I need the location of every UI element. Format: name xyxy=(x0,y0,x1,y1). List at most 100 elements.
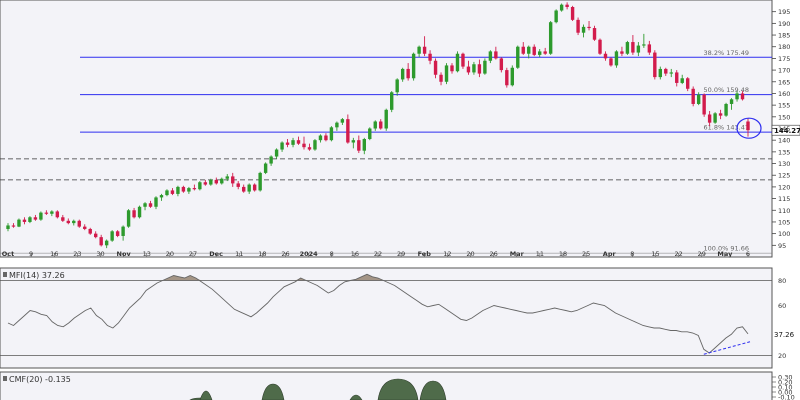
candle-body xyxy=(472,64,476,73)
candle-body xyxy=(50,211,54,214)
candle-body xyxy=(104,240,109,246)
candle-body xyxy=(516,46,520,68)
candle-body xyxy=(625,42,630,54)
candle-body xyxy=(203,182,208,185)
candle-body xyxy=(510,67,514,86)
x-tick-label: 27 xyxy=(189,250,197,258)
candle-body xyxy=(176,186,180,194)
candle-body xyxy=(340,119,345,123)
x-tick-label: 26 xyxy=(489,250,497,258)
mfi-title: MFI(14) 37.26 xyxy=(9,271,65,280)
mfi-last-value: 37.26 xyxy=(774,331,795,339)
candle-body xyxy=(598,39,602,54)
y-tick-label: 110 xyxy=(778,207,790,215)
candle-body xyxy=(702,94,706,115)
y-tick-label: 145 xyxy=(778,125,790,133)
candle-body xyxy=(664,68,668,74)
candle-body xyxy=(466,66,471,73)
candle-body xyxy=(565,4,569,8)
candle-body xyxy=(559,4,564,11)
candle-body xyxy=(252,184,257,191)
candle-body xyxy=(686,78,690,89)
x-tick-label: 11 xyxy=(536,250,544,258)
candle-body xyxy=(313,140,317,150)
x-tick-label: 2024 xyxy=(300,250,319,258)
y-tick-label: 180 xyxy=(778,43,790,51)
candle-body xyxy=(439,74,443,82)
candle-body xyxy=(505,70,509,86)
candle-body xyxy=(433,60,438,75)
y-tick-label: 95 xyxy=(778,242,786,250)
y-tick-label: 195 xyxy=(778,8,790,16)
candle-body xyxy=(647,44,652,53)
candle-body xyxy=(483,60,487,74)
x-tick-label: Mar xyxy=(510,250,525,258)
candle-body xyxy=(669,72,673,74)
x-tick-label: 8 xyxy=(330,250,334,258)
candle-body xyxy=(488,51,493,61)
candle-body xyxy=(658,68,662,78)
x-tick-label: 29 xyxy=(698,250,706,258)
candle-body xyxy=(373,121,377,129)
candle-body xyxy=(527,46,531,54)
candle-body xyxy=(499,58,504,71)
candle-body xyxy=(411,53,416,79)
x-tick-label: 18 xyxy=(559,250,567,258)
candle-body xyxy=(115,231,120,236)
x-tick-label: 23 xyxy=(73,250,81,258)
candle-body xyxy=(291,140,295,145)
mfi-tick-label: 60 xyxy=(778,302,786,310)
candle-body xyxy=(675,72,679,83)
candle-body xyxy=(696,94,701,104)
candle-body xyxy=(17,219,21,227)
y-tick-label: 175 xyxy=(778,55,790,63)
candle-body xyxy=(33,217,38,220)
candle-body xyxy=(165,190,169,196)
x-tick-label: 29 xyxy=(397,250,405,258)
x-tick-label: 20 xyxy=(166,250,174,258)
candle-body xyxy=(324,135,328,141)
candle-body xyxy=(335,122,339,128)
chart-stage: 38.2% 175.49 50.0% 159.48 61.8% 143.47 100.… xyxy=(0,0,800,400)
candle-body xyxy=(494,51,498,59)
fib-label: 61.8% 143.47 xyxy=(704,124,749,132)
candle-body xyxy=(6,225,10,229)
x-tick-label: 30 xyxy=(96,250,104,258)
candle-body xyxy=(735,93,739,100)
candle-body xyxy=(422,46,427,54)
x-tick-label: May xyxy=(717,250,733,258)
candle-body xyxy=(400,68,405,80)
candle-body xyxy=(263,163,268,173)
candle-body xyxy=(296,140,301,144)
candle-body xyxy=(417,46,421,54)
y-tick-label: 165 xyxy=(778,78,790,86)
candle-body xyxy=(653,52,657,78)
candle-body xyxy=(88,228,92,234)
candle-body xyxy=(346,119,350,143)
candle-body xyxy=(269,156,273,164)
x-tick-label: 16 xyxy=(351,250,359,258)
candle-body xyxy=(148,203,153,207)
candle-body xyxy=(538,51,542,55)
candle-body xyxy=(740,93,745,100)
candle-body xyxy=(587,26,591,29)
candle-body xyxy=(368,128,372,140)
candle-body xyxy=(83,226,87,229)
stock-chart: 38.2% 175.4950.0% 159.4861.8% 143.47100.… xyxy=(0,0,800,400)
x-tick-label: 25 xyxy=(582,250,590,258)
candle-body xyxy=(329,127,334,141)
x-tick-label: Feb xyxy=(418,250,432,258)
mfi-legend-swatch xyxy=(3,272,7,277)
candle-body xyxy=(110,231,114,241)
candle-body xyxy=(126,210,131,227)
candle-body xyxy=(137,206,142,218)
candle-body xyxy=(61,217,65,221)
fib-label: 38.2% 175.49 xyxy=(704,49,749,57)
cmf-tick-label: -0.10 xyxy=(778,394,795,400)
y-tick-label: 130 xyxy=(778,160,790,168)
x-tick-label: Nov xyxy=(117,250,132,258)
candle-body xyxy=(395,79,399,93)
y-tick-label: 150 xyxy=(778,113,790,121)
candle-body xyxy=(406,68,410,79)
candle-body xyxy=(121,226,125,236)
